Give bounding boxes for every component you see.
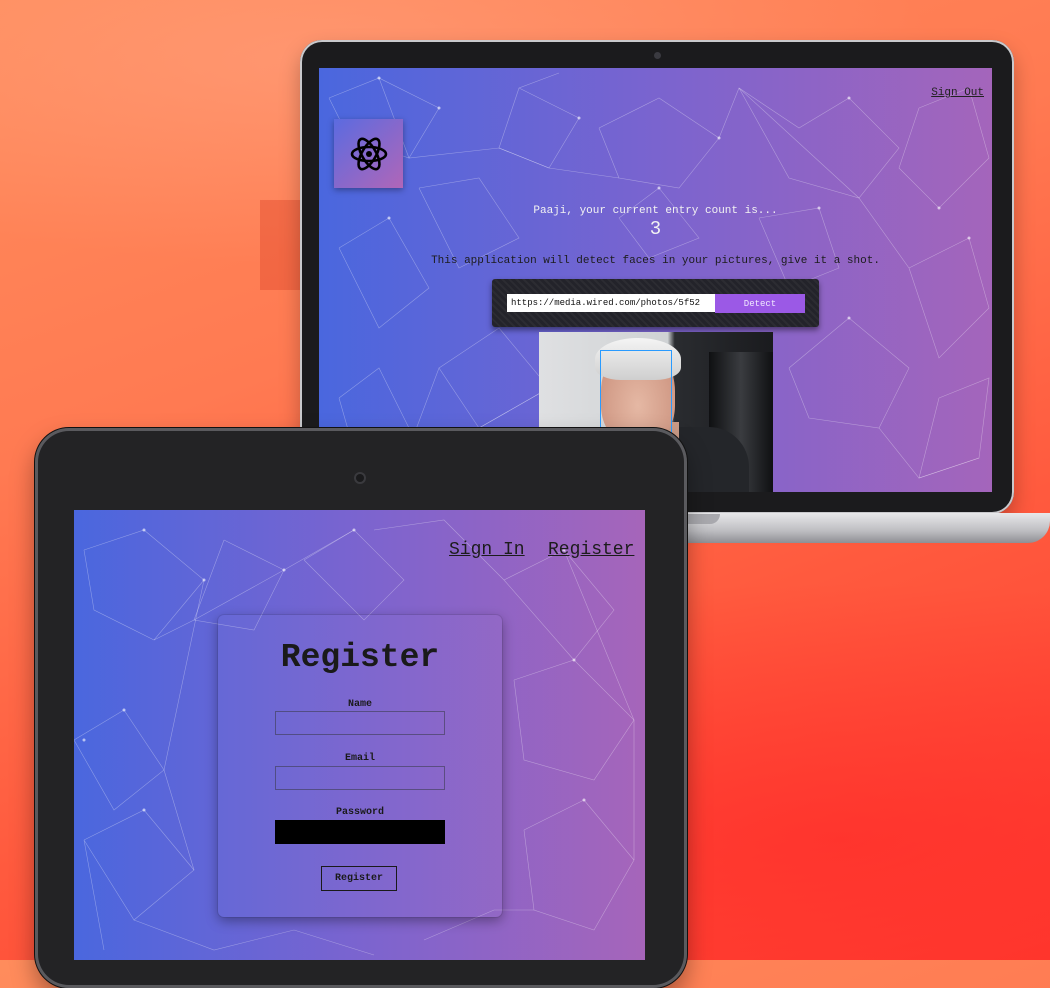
logo-tile[interactable]: [334, 119, 403, 188]
image-url-input[interactable]: [507, 294, 715, 312]
email-label: Email: [344, 753, 375, 764]
entry-count-message: Paaji, your current entry count is...: [533, 205, 778, 217]
password-label: Password: [335, 807, 384, 818]
nav-sign-in-link[interactable]: Sign In: [449, 540, 525, 560]
nav-register-link[interactable]: Register: [548, 540, 634, 560]
name-label: Name: [347, 699, 372, 710]
tablet-camera: [356, 474, 364, 482]
app-description: This application will detect faces in yo…: [431, 255, 880, 267]
laptop-camera: [654, 52, 661, 59]
tablet-screen: Sign In Register Register Name Email Pas…: [74, 510, 645, 960]
detect-button[interactable]: Detect: [715, 294, 805, 313]
name-field[interactable]: [275, 711, 445, 735]
entry-count-value: 3: [649, 218, 662, 240]
atom-icon: [350, 137, 387, 170]
image-url-form: Detect: [492, 279, 819, 327]
register-submit-button[interactable]: Register: [321, 866, 397, 891]
password-field[interactable]: [275, 820, 445, 844]
email-field[interactable]: [275, 766, 445, 790]
sign-out-link[interactable]: Sign Out: [931, 87, 984, 99]
register-title: Register: [280, 639, 440, 676]
register-card: Register Name Email Password Register: [218, 615, 502, 917]
